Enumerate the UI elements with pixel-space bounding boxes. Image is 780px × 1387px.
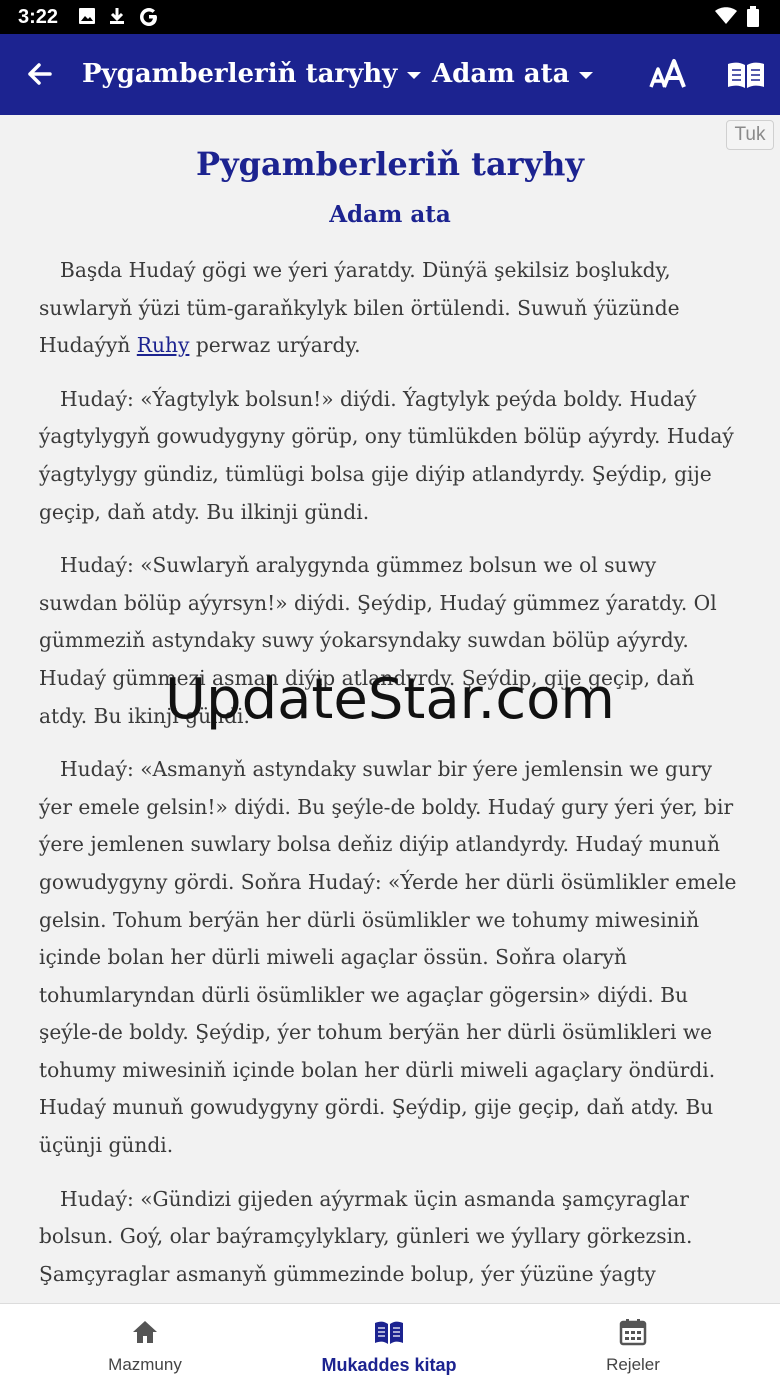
nav-item-mukaddes-kitap[interactable]: Mukaddes kitap (259, 1304, 519, 1387)
paragraph: Hudaý: «Suwlaryň aralygynda gümmez bolsu… (39, 553, 717, 728)
image-icon (79, 8, 95, 24)
font-size-icon[interactable] (648, 54, 692, 96)
paragraph: Hudaý: «Asmanyň astyndaky suwlar bir ýer… (39, 757, 737, 1158)
bottom-navigation: Mazmuny Mukaddes kitap Rejeler (0, 1303, 780, 1387)
footnote-link[interactable]: Ruhy (137, 333, 190, 357)
chapter-selector-label: Adam ata (432, 59, 570, 89)
app-bar: Pygamberleriň taryhy Adam ata (0, 34, 780, 115)
paragraph-text: perwaz urýardy. (189, 333, 361, 358)
calendar-icon (619, 1319, 647, 1346)
book-reader-icon[interactable] (724, 54, 768, 96)
book-selector-dropdown[interactable]: Pygamberleriň taryhy (82, 52, 422, 96)
paragraph: Hudaý: «Gündizi gijeden aýyrmak üçin asm… (39, 1186, 693, 1286)
chapter-title: Adam ata (329, 201, 451, 228)
book-selector-label: Pygamberleriň taryhy (82, 59, 398, 89)
home-icon (133, 1321, 157, 1343)
back-arrow-icon[interactable] (20, 54, 60, 94)
chapter-selector-dropdown[interactable]: Adam ata (432, 52, 594, 96)
paragraph: Hudaý: «Ýagtylyk bolsun!» diýdi. Ýagtyly… (39, 386, 734, 524)
paragraph: Başda Hudaý gögi we ýeri ýaratdy. Dünýä … (39, 252, 741, 365)
wifi-icon (715, 7, 737, 24)
battery-icon (747, 6, 759, 27)
download-icon (110, 8, 124, 24)
status-time: 3:22 (18, 6, 59, 28)
google-icon (140, 8, 157, 26)
chapter-body: Başda Hudaý gögi we ýeri ýaratdy. Dünýä … (39, 252, 741, 1303)
dropdown-caret-icon (579, 71, 594, 79)
nav-item-mazmuny[interactable]: Mazmuny (15, 1304, 275, 1387)
nav-item-rejeler[interactable]: Rejeler (503, 1304, 763, 1387)
nav-label: Mukaddes kitap (321, 1355, 457, 1375)
open-book-icon (375, 1321, 403, 1344)
status-bar: 3:22 (0, 0, 780, 34)
nav-label: Mazmuny (108, 1355, 182, 1374)
dropdown-caret-icon (407, 71, 422, 79)
nav-label: Rejeler (606, 1355, 660, 1374)
reading-content[interactable]: Tuk Pygamberleriň taryhy Adam ata Başda … (0, 115, 780, 1303)
book-title: Pygamberleriň taryhy (196, 145, 584, 183)
